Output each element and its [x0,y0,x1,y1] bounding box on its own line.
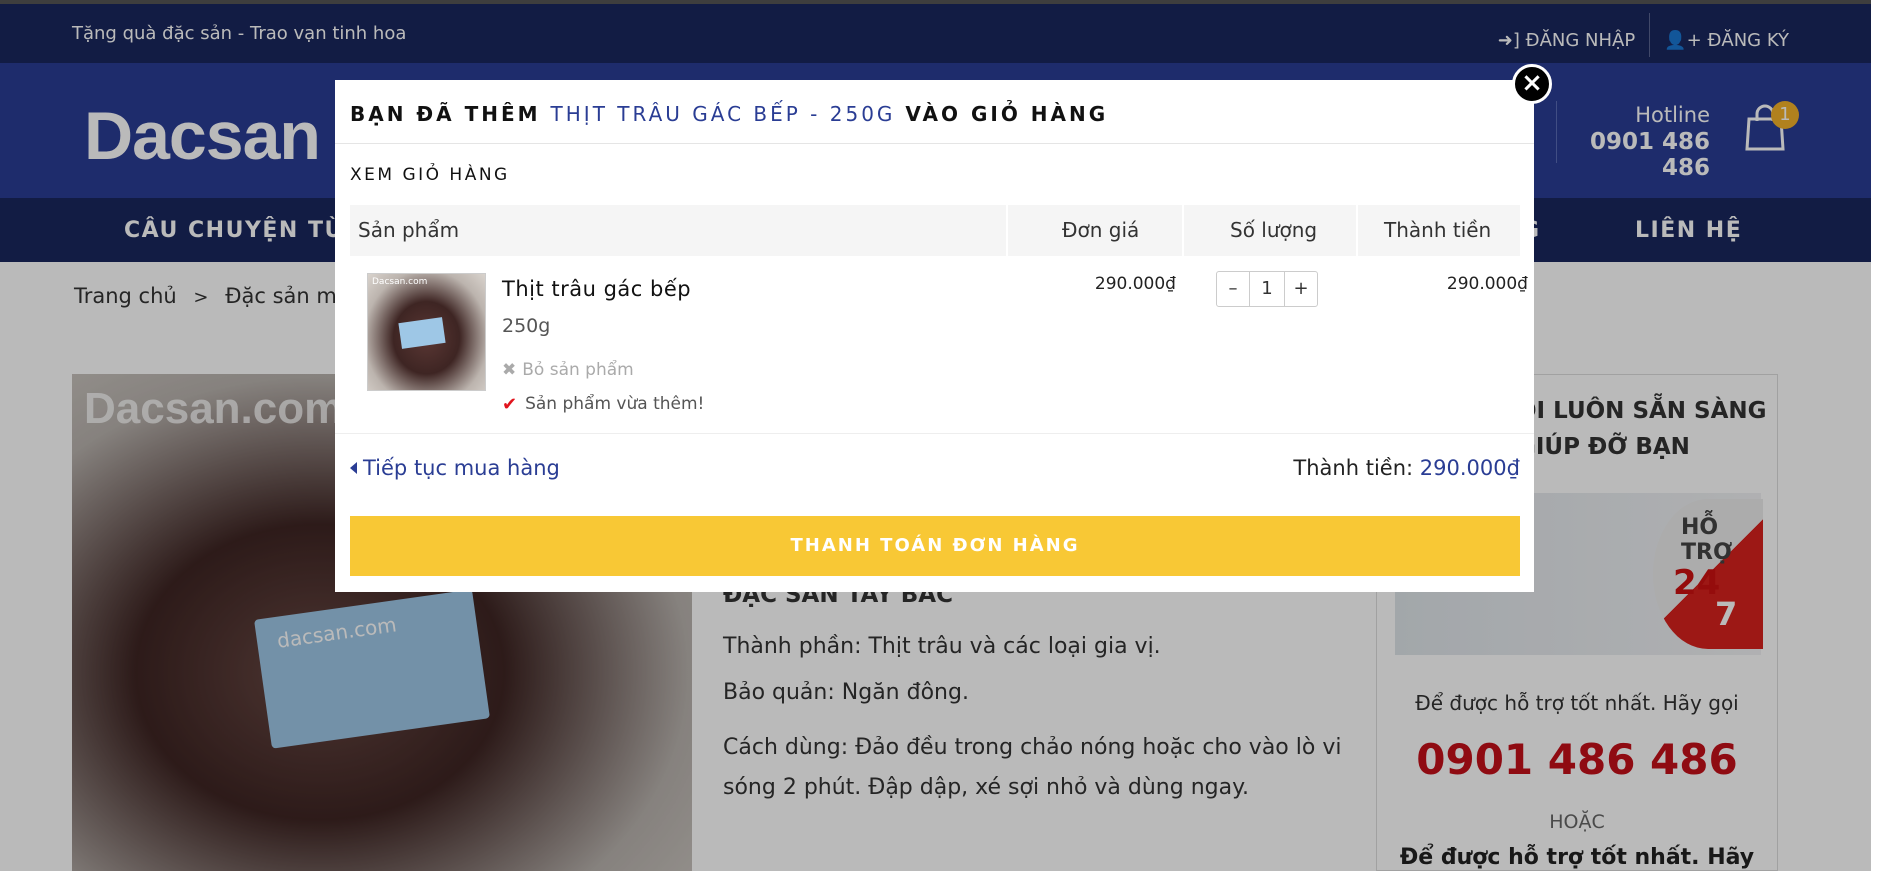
remove-item-button[interactable]: ✖ Bỏ sản phẩm [502,360,634,380]
thumbnail-card [398,317,446,349]
quantity-stepper: – 1 + [1216,271,1318,307]
close-icon: × [1521,68,1543,98]
page-right-margin [1871,0,1891,871]
modal-divider [335,143,1534,144]
add-to-cart-modal: BẠN ĐÃ THÊM THỊT TRÂU GÁC BẾP - 250G VÀO… [335,80,1534,592]
qty-increase-button[interactable]: + [1285,272,1317,306]
col-divider [1182,205,1184,256]
summary-value: 290.000₫ [1419,456,1520,480]
modal-heading: BẠN ĐÃ THÊM THỊT TRÂU GÁC BẾP - 250G VÀO… [350,102,1108,126]
thumbnail-watermark: Dacsan.com [372,277,428,287]
cart-table-header: Sản phẩm Đơn giá Số lượng Thành tiền [350,205,1520,256]
col-unit-price: Đơn giá [1062,218,1140,242]
heading-prefix: BẠN ĐÃ THÊM [350,102,541,126]
added-notice: ✔ Sản phẩm vừa thêm! [502,394,704,415]
modal-divider-bottom [335,433,1534,434]
summary-label: Thành tiền: [1293,456,1414,480]
col-line-total: Thành tiền [1384,218,1492,242]
continue-shopping-link[interactable]: Tiếp tục mua hàng [350,456,560,480]
cart-item-name[interactable]: Thịt trâu gác bếp [502,277,691,301]
col-divider [1356,205,1358,256]
col-divider [1006,205,1008,256]
cart-item-total: 290.000₫ [1446,274,1528,294]
cart-item-thumbnail[interactable]: Dacsan.com [367,273,486,391]
heading-suffix: VÀO GIỎ HÀNG [905,102,1109,126]
checkout-button[interactable]: THANH TOÁN ĐƠN HÀNG [350,516,1520,576]
caret-left-icon [350,462,357,474]
x-icon: ✖ [502,360,517,380]
cart-item-price: 290.000₫ [1094,274,1176,294]
cart-summary: Thành tiền: 290.000₫ [1293,456,1520,480]
remove-item-label: Bỏ sản phẩm [522,360,634,380]
checkmark-icon: ✔ [502,394,518,415]
col-quantity: Số lượng [1230,218,1318,242]
col-product: Sản phẩm [358,218,460,242]
added-notice-label: Sản phẩm vừa thêm! [525,394,705,414]
qty-value[interactable]: 1 [1249,272,1285,306]
continue-shopping-label: Tiếp tục mua hàng [363,456,560,480]
heading-product[interactable]: THỊT TRÂU GÁC BẾP - 250G [551,102,896,126]
cart-item-variant: 250g [502,315,551,337]
qty-decrease-button[interactable]: – [1217,272,1249,306]
view-cart-link[interactable]: XEM GIỎ HÀNG [350,165,510,185]
close-modal-button[interactable]: × [1512,64,1552,104]
